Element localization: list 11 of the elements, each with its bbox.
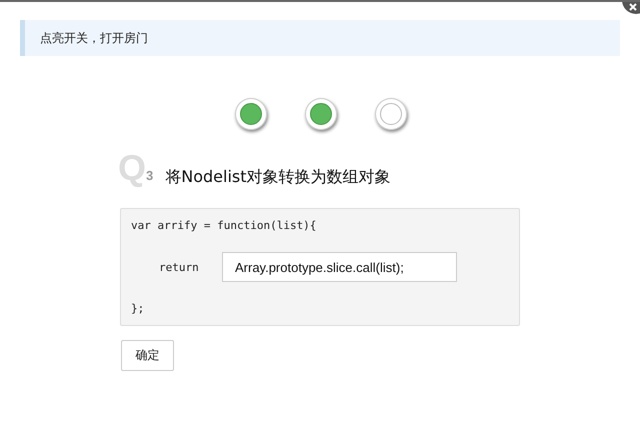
hint-banner: 点亮开关，打开房门 bbox=[20, 20, 620, 56]
light-switch[interactable] bbox=[305, 98, 337, 130]
light-switch[interactable] bbox=[375, 98, 407, 130]
light-switch[interactable] bbox=[235, 98, 267, 130]
answer-field[interactable]: Array.prototype.slice.call(list); bbox=[222, 252, 457, 282]
code-line: var arrify = function(list){ bbox=[131, 219, 316, 232]
code-keyword: return bbox=[159, 260, 200, 274]
close-icon[interactable] bbox=[620, 2, 640, 16]
question-title: 将Nodelist对象转换为数组对象 bbox=[165, 167, 391, 188]
code-line: }; bbox=[131, 302, 144, 315]
confirm-button[interactable]: 确定 bbox=[121, 340, 174, 371]
